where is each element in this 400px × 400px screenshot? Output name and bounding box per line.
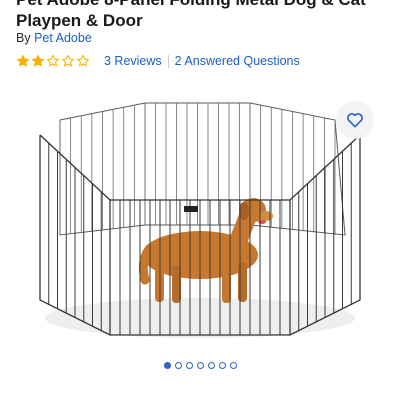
rating-row: 3 Reviews 2 Answered Questions <box>16 52 300 70</box>
gallery-dot[interactable] <box>207 362 215 369</box>
star-filled-icon <box>16 54 30 68</box>
brand-byline: By Pet Adobe <box>16 31 92 45</box>
star-filled-icon <box>31 54 45 68</box>
divider <box>167 54 169 68</box>
product-title: Pet Adobe 8-Panel Folding Metal Dog & Ca… <box>16 0 366 30</box>
product-image[interactable] <box>0 96 400 358</box>
favorite-button[interactable] <box>336 101 374 139</box>
gallery-dot[interactable] <box>229 362 237 369</box>
gallery-dot[interactable] <box>185 362 193 369</box>
star-rating[interactable] <box>16 54 90 68</box>
gallery-dot[interactable] <box>218 362 226 369</box>
brand-link[interactable]: Pet Adobe <box>34 31 92 45</box>
door-latch <box>184 206 198 212</box>
gallery-pagination <box>0 362 400 369</box>
gallery-dot[interactable] <box>174 362 182 369</box>
star-outline-icon <box>61 54 75 68</box>
dog-illustration <box>138 198 273 303</box>
reviews-link[interactable]: 3 Reviews <box>104 54 162 68</box>
gallery-dot[interactable] <box>163 362 171 369</box>
answered-questions-link[interactable]: 2 Answered Questions <box>175 54 300 68</box>
heart-outline-icon <box>347 113 363 128</box>
by-label: By <box>16 31 31 45</box>
star-outline-icon <box>46 54 60 68</box>
gallery-dot[interactable] <box>196 362 204 369</box>
star-outline-icon <box>76 54 90 68</box>
